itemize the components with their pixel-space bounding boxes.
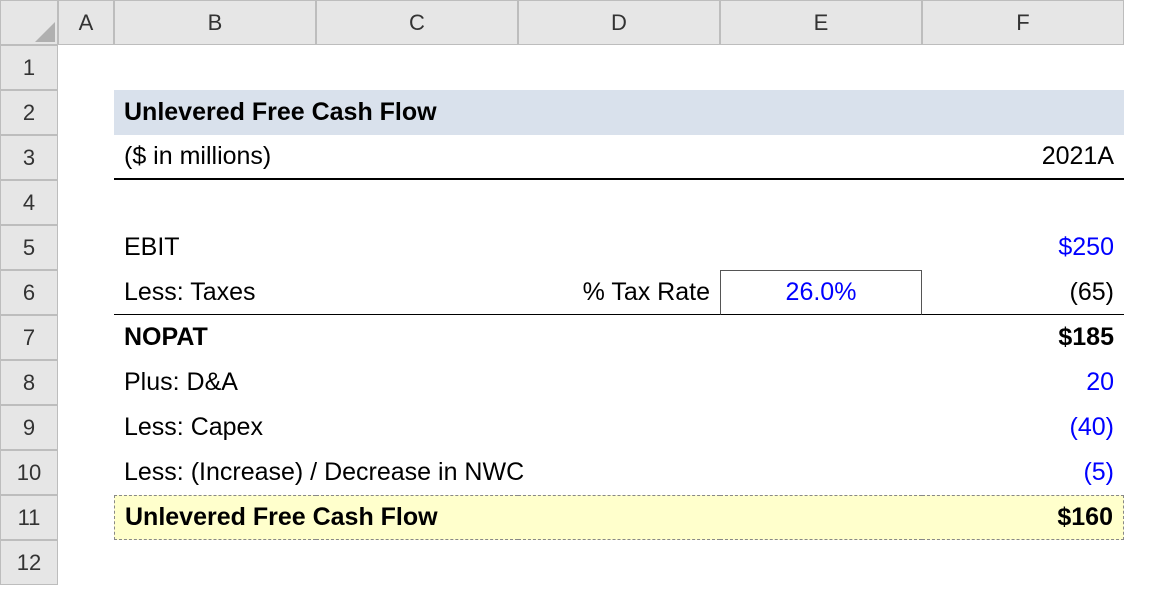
cell-D9[interactable]: [518, 405, 720, 450]
cell-D4[interactable]: [518, 180, 720, 225]
cell-A7[interactable]: [58, 315, 114, 360]
cell-A11[interactable]: [58, 495, 114, 540]
cell-F5[interactable]: $250: [922, 225, 1124, 270]
cell-D10[interactable]: [518, 450, 720, 495]
cell-B8[interactable]: Plus: D&A: [114, 360, 316, 405]
cell-A10[interactable]: [58, 450, 114, 495]
cell-A5[interactable]: [58, 225, 114, 270]
cell-C9[interactable]: [316, 405, 518, 450]
spreadsheet-grid[interactable]: A B C D E F 1 2 Unlevered Free Cash Flow…: [0, 0, 1167, 585]
cell-B2[interactable]: Unlevered Free Cash Flow: [114, 90, 316, 135]
row-header-11[interactable]: 11: [0, 495, 58, 540]
cell-F2[interactable]: [922, 90, 1124, 135]
cell-E5[interactable]: [720, 225, 922, 270]
row-header-5[interactable]: 5: [0, 225, 58, 270]
cell-F8[interactable]: 20: [922, 360, 1124, 405]
row-header-8[interactable]: 8: [0, 360, 58, 405]
cell-F7[interactable]: $185: [922, 315, 1124, 360]
cell-A9[interactable]: [58, 405, 114, 450]
col-header-E[interactable]: E: [720, 0, 922, 45]
cell-C5[interactable]: [316, 225, 518, 270]
cell-E9[interactable]: [720, 405, 922, 450]
cell-D3[interactable]: [518, 135, 720, 180]
cell-F3[interactable]: 2021A: [922, 135, 1124, 180]
cell-D12[interactable]: [518, 540, 720, 585]
cell-E1[interactable]: [720, 45, 922, 90]
cell-D2[interactable]: [518, 90, 720, 135]
cell-B3[interactable]: ($ in millions): [114, 135, 316, 180]
row-header-1[interactable]: 1: [0, 45, 58, 90]
cell-E7[interactable]: [720, 315, 922, 360]
cell-B1[interactable]: [114, 45, 316, 90]
cell-C3[interactable]: [316, 135, 518, 180]
cell-F6[interactable]: (65): [922, 270, 1124, 315]
cell-B9[interactable]: Less: Capex: [114, 405, 316, 450]
col-header-A[interactable]: A: [58, 0, 114, 45]
cell-D8[interactable]: [518, 360, 720, 405]
cell-B5[interactable]: EBIT: [114, 225, 316, 270]
cell-E2[interactable]: [720, 90, 922, 135]
cell-B12[interactable]: [114, 540, 316, 585]
cell-D11[interactable]: [518, 495, 720, 540]
cell-E6[interactable]: 26.0%: [720, 270, 922, 315]
cell-A6[interactable]: [58, 270, 114, 315]
row-header-2[interactable]: 2: [0, 90, 58, 135]
row-header-9[interactable]: 9: [0, 405, 58, 450]
cell-B11[interactable]: Unlevered Free Cash Flow: [114, 495, 316, 540]
cell-B4[interactable]: [114, 180, 316, 225]
select-all-corner[interactable]: [0, 0, 58, 45]
select-all-icon: [35, 22, 55, 42]
cell-C4[interactable]: [316, 180, 518, 225]
cell-D7[interactable]: [518, 315, 720, 360]
cell-A12[interactable]: [58, 540, 114, 585]
cell-E11[interactable]: [720, 495, 922, 540]
cell-E3[interactable]: [720, 135, 922, 180]
cell-B6[interactable]: Less: Taxes: [114, 270, 316, 315]
cell-A4[interactable]: [58, 180, 114, 225]
cell-A2[interactable]: [58, 90, 114, 135]
cell-C8[interactable]: [316, 360, 518, 405]
cell-F11[interactable]: $160: [922, 495, 1124, 540]
cell-D1[interactable]: [518, 45, 720, 90]
cell-C7[interactable]: [316, 315, 518, 360]
cell-A1[interactable]: [58, 45, 114, 90]
cell-C1[interactable]: [316, 45, 518, 90]
cell-A8[interactable]: [58, 360, 114, 405]
cell-F4[interactable]: [922, 180, 1124, 225]
cell-E12[interactable]: [720, 540, 922, 585]
cell-A3[interactable]: [58, 135, 114, 180]
row-header-4[interactable]: 4: [0, 180, 58, 225]
row-header-6[interactable]: 6: [0, 270, 58, 315]
row-header-12[interactable]: 12: [0, 540, 58, 585]
row-header-7[interactable]: 7: [0, 315, 58, 360]
cell-D5[interactable]: [518, 225, 720, 270]
row-header-10[interactable]: 10: [0, 450, 58, 495]
cell-E8[interactable]: [720, 360, 922, 405]
row-header-3[interactable]: 3: [0, 135, 58, 180]
cell-F10[interactable]: (5): [922, 450, 1124, 495]
cell-D6[interactable]: % Tax Rate: [518, 270, 720, 315]
cell-B7[interactable]: NOPAT: [114, 315, 316, 360]
col-header-B[interactable]: B: [114, 0, 316, 45]
col-header-F[interactable]: F: [922, 0, 1124, 45]
col-header-C[interactable]: C: [316, 0, 518, 45]
cell-E4[interactable]: [720, 180, 922, 225]
cell-C6[interactable]: [316, 270, 518, 315]
cell-B10[interactable]: Less: (Increase) / Decrease in NWC: [114, 450, 316, 495]
cell-F9[interactable]: (40): [922, 405, 1124, 450]
cell-F12[interactable]: [922, 540, 1124, 585]
cell-F1[interactable]: [922, 45, 1124, 90]
cell-E10[interactable]: [720, 450, 922, 495]
cell-C12[interactable]: [316, 540, 518, 585]
col-header-D[interactable]: D: [518, 0, 720, 45]
